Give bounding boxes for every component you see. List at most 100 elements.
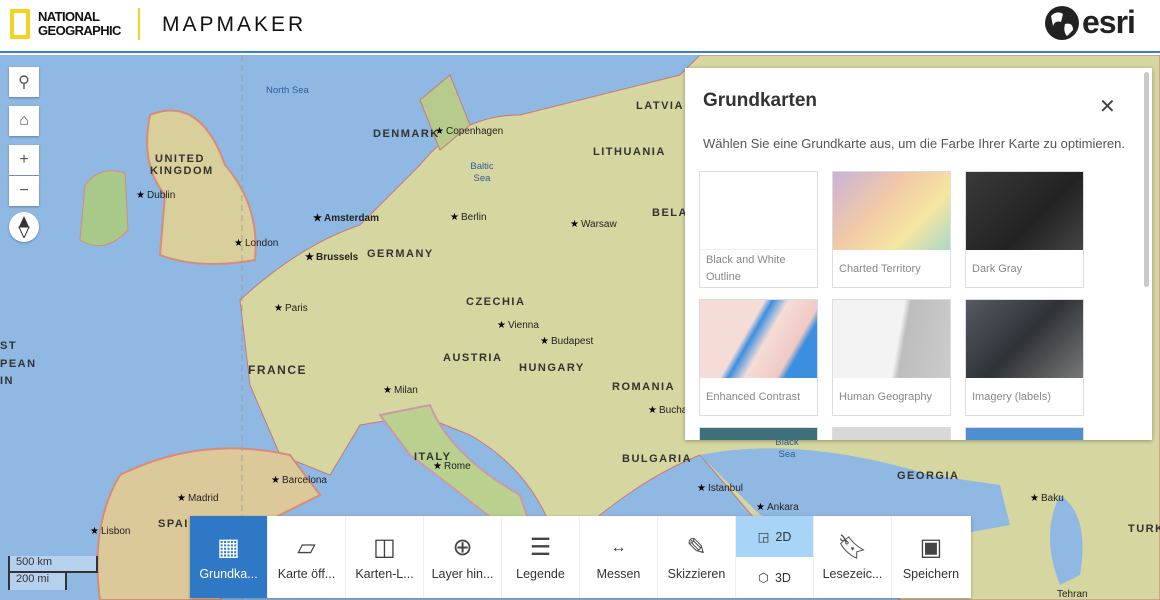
edge-label: ST: [0, 340, 18, 352]
basemap-thumbnail: [833, 300, 950, 378]
logo-divider: [138, 8, 140, 40]
country-label: BULGARIA: [622, 453, 693, 465]
bookmarks-button[interactable]: 🔖︎ Lesezeic...: [814, 516, 892, 598]
basemap-gallery-icon: ▦: [217, 534, 240, 561]
city-label: Baku: [1030, 493, 1064, 504]
city-label: Bucha: [648, 405, 687, 416]
save-button[interactable]: ▣ Speichern: [892, 516, 970, 598]
globe-icon: [1045, 5, 1079, 40]
legend-button[interactable]: ☰ Legende: [502, 516, 580, 598]
add-layer-icon: ⊕: [452, 534, 473, 561]
country-label: FRANCE: [248, 363, 307, 377]
country-label: CZECHIA: [466, 296, 526, 308]
natgeo-logo-text: NATIONAL GEOGRAPHIC: [38, 9, 121, 38]
country-label: SPAI: [158, 518, 189, 530]
map-2d-icon: ◲: [757, 530, 770, 544]
view-2d-button[interactable]: ◲ 2D: [736, 516, 813, 557]
zoom-out-button[interactable]: −: [9, 176, 39, 206]
close-icon[interactable]: ✕: [1099, 94, 1116, 119]
country-label: ROMANIA: [612, 381, 676, 393]
map-layers-icon: ◫: [373, 534, 396, 561]
city-label: Lisbon: [90, 526, 130, 537]
view-toggle: ◲ 2D ⬡ 3D: [736, 516, 814, 598]
search-icon: ⚲: [18, 74, 30, 91]
esri-logo: esri: [1045, 4, 1136, 41]
basemap-card[interactable]: Human Geography: [832, 299, 951, 416]
measure-button[interactable]: ↔ Messen: [580, 516, 658, 598]
map-layers-button[interactable]: ◫ Karten-L...: [346, 516, 424, 598]
basemap-gallery-button[interactable]: ▦ Grundka...: [190, 516, 268, 598]
sea-label: North Sea: [266, 85, 309, 96]
app-title: MAPMAKER: [162, 13, 307, 36]
basemap-card[interactable]: [832, 427, 951, 440]
basemap-card[interactable]: Dark Gray: [965, 171, 1084, 288]
basemap-panel: Grundkarten ✕ Wählen Sie eine Grundkarte…: [685, 68, 1152, 440]
country-label: UNITED KINGDOM: [150, 153, 214, 177]
view-3d-button[interactable]: ⬡ 3D: [736, 557, 813, 598]
scale-bar: 500 km 200 mi: [8, 556, 98, 590]
compass-button[interactable]: [9, 212, 39, 242]
country-label: TURK: [1128, 523, 1160, 535]
city-label: Berlin: [450, 212, 487, 223]
compass-icon: [18, 216, 30, 238]
scale-imperial: 200 mi: [8, 573, 67, 590]
country-label: GEORGIA: [897, 470, 960, 482]
city-label: Brussels: [305, 252, 358, 263]
country-label: BELA: [652, 207, 688, 219]
cube-icon: ⬡: [758, 571, 769, 585]
basemap-card[interactable]: Black and White Outline: [699, 171, 818, 288]
city-label: Amsterdam: [313, 213, 379, 224]
edge-label: PEAN: [0, 358, 37, 370]
city-label: London: [234, 238, 278, 249]
main-toolbar: ▦ Grundka... ▱ Karte öff... ◫ Karten-L... ⊕…: [190, 516, 971, 598]
city-label: Warsaw: [570, 219, 617, 230]
city-label: Madrid: [177, 493, 219, 504]
city-label: Ankara: [756, 502, 799, 513]
basemap-card[interactable]: [965, 427, 1084, 440]
panel-description: Wählen Sie eine Grundkarte aus, um die F…: [703, 136, 1125, 151]
legend-icon: ☰: [529, 534, 552, 561]
basemap-card[interactable]: Charted Territory: [832, 171, 951, 288]
add-layer-button[interactable]: ⊕ Layer hin...: [424, 516, 502, 598]
city-label: Tehran: [1057, 589, 1088, 600]
city-label: Copenhagen: [435, 126, 503, 137]
city-label: Dublin: [136, 190, 175, 201]
basemap-thumbnail: [966, 300, 1083, 378]
basemap-card[interactable]: Imagery (labels): [965, 299, 1084, 416]
scale-metric: 500 km: [8, 556, 98, 573]
natgeo-logo-icon: [10, 9, 30, 39]
panel-title: Grundkarten: [703, 90, 818, 111]
basemap-thumbnail: [833, 172, 950, 250]
city-label: Barcelona: [271, 475, 327, 486]
city-label: Milan: [383, 385, 418, 396]
bookmark-icon: 🔖︎: [837, 534, 868, 561]
home-button[interactable]: ⌂: [9, 106, 39, 136]
open-map-icon: ▱: [297, 534, 316, 561]
zoom-in-button[interactable]: +: [9, 145, 39, 175]
city-label: Budapest: [540, 336, 593, 347]
sketch-button[interactable]: ✎ Skizzieren: [658, 516, 736, 598]
measure-icon: ↔: [610, 539, 627, 556]
basemap-thumbnail: [700, 300, 817, 378]
city-label: Istanbul: [697, 483, 743, 494]
basemap-thumbnail: [966, 172, 1083, 250]
city-label: Paris: [274, 303, 308, 314]
country-label: DENMARK: [373, 128, 440, 140]
country-label: LITHUANIA: [593, 146, 666, 158]
save-icon: ▣: [919, 534, 943, 561]
home-icon: ⌂: [19, 112, 29, 129]
country-label: AUSTRIA: [443, 352, 503, 364]
sea-label: Black Sea: [775, 437, 799, 460]
country-label: GERMANY: [367, 248, 434, 260]
city-label: Vienna: [497, 320, 539, 331]
basemap-card[interactable]: [699, 427, 818, 440]
sketch-icon: ✎: [686, 534, 707, 561]
edge-label: IN: [0, 375, 14, 387]
open-map-button[interactable]: ▱ Karte öff...: [268, 516, 346, 598]
basemap-card[interactable]: Enhanced Contrast: [699, 299, 818, 416]
sea-label: Baltic Sea: [470, 161, 494, 184]
app-header: NATIONAL GEOGRAPHIC MAPMAKER esri: [0, 0, 1160, 53]
panel-scrollbar[interactable]: [1144, 72, 1149, 287]
basemap-thumbnail: [700, 172, 817, 250]
search-button[interactable]: ⚲: [9, 67, 39, 97]
